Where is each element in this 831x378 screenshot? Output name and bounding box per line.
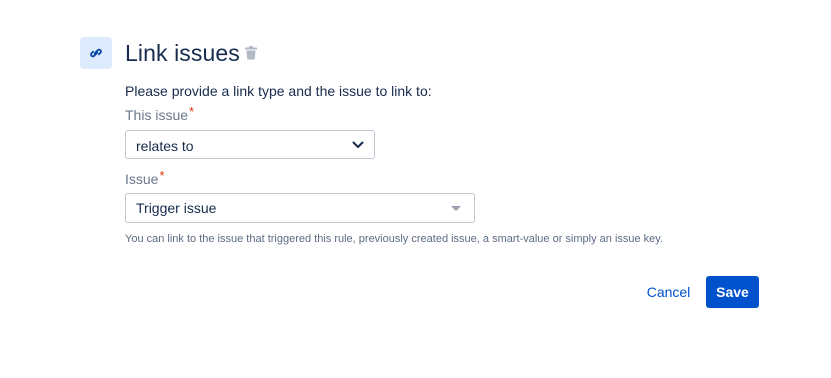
this-issue-label-text: This issue [125,107,189,123]
link-type-select[interactable]: relates to [125,130,375,159]
chevron-down-icon [352,141,364,148]
issue-value: Trigger issue [136,200,217,216]
link-issues-panel: Link issues Please provide a link type a… [0,0,831,378]
issue-label: Issue* [125,168,165,189]
link-type-value: relates to [136,137,194,154]
form-prompt: Please provide a link type and the issue… [125,83,432,99]
trash-icon[interactable] [245,46,257,60]
issue-label-text: Issue [125,171,159,187]
this-issue-label: This issue* [125,104,195,125]
link-glyph [90,48,102,58]
page-title: Link issues [125,40,240,66]
cancel-button[interactable]: Cancel [640,277,697,307]
issue-help-text: You can link to the issue that triggered… [125,233,664,245]
required-asterisk: * [159,168,165,183]
caret-down-icon [451,205,461,211]
issue-select[interactable]: Trigger issue [125,193,475,223]
save-button[interactable]: Save [706,276,759,308]
link-icon [80,37,112,69]
required-asterisk: * [189,104,195,119]
